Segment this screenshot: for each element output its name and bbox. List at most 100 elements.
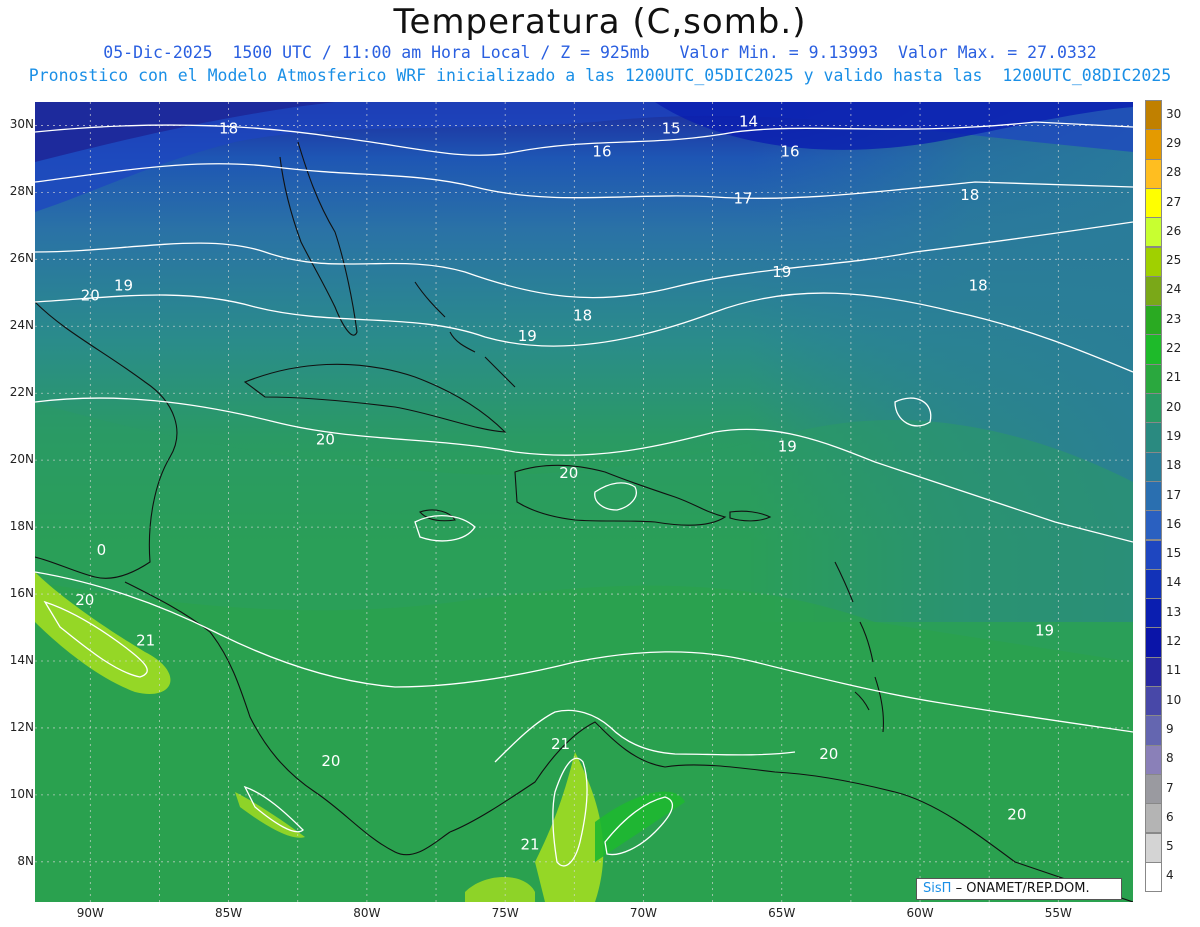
colorbar-swatch: [1145, 393, 1162, 424]
colorbar-swatch: [1145, 598, 1162, 629]
colorbar-level-label: 26: [1166, 223, 1182, 238]
longitude-tick-label: 70W: [629, 906, 658, 920]
contour-label: 18: [969, 277, 988, 295]
colorbar-level-label: 28: [1166, 165, 1182, 180]
contour-label: 20: [316, 431, 335, 449]
contour-label: 19: [1035, 621, 1054, 639]
colorbar-swatch: [1145, 451, 1162, 482]
contour-label: 20: [321, 752, 340, 770]
longitude-tick-label: 65W: [768, 906, 796, 920]
contour-label: 0: [97, 541, 107, 559]
latitude-tick-label: 24N: [9, 318, 34, 333]
colorbar-swatch: [1145, 832, 1162, 863]
colorbar-swatch: [1145, 305, 1162, 336]
colorbar-level-label: 22: [1166, 341, 1182, 356]
colorbar-swatch: [1145, 158, 1162, 189]
contour-label: 19: [778, 437, 797, 455]
colorbar-swatch: [1145, 217, 1162, 248]
contour-label: 20: [559, 464, 578, 482]
colorbar-level-label: 15: [1166, 546, 1182, 561]
sistema-logo-text: SisΠ: [923, 881, 952, 896]
latitude-tick-label: 28N: [9, 184, 34, 199]
longitude-tick-label: 85W: [215, 906, 243, 920]
colorbar-level-label: 13: [1166, 604, 1182, 619]
colorbar-swatch: [1145, 773, 1162, 805]
colorbar-level-label: 9: [1166, 721, 1174, 736]
latitude-tick-label: 18N: [9, 519, 34, 534]
credit-text: – ONAMET/REP.DOM.: [955, 881, 1090, 896]
colorbar-level-label: 23: [1166, 311, 1182, 326]
colorbar-swatch: [1145, 686, 1162, 717]
colorbar-level-label: 25: [1166, 253, 1182, 268]
contour-label: 20: [75, 591, 94, 609]
colorbar-swatch: [1145, 656, 1162, 687]
latitude-tick-label: 14N: [9, 652, 34, 667]
colorbar-swatch: [1145, 334, 1162, 365]
latitude-tick-label: 30N: [9, 117, 34, 132]
model-info-line: Pronostico con el Modelo Atmosferico WRF…: [28, 66, 1172, 85]
temperature-map: 18 16 15 14 16 17 18 19 18 18 19 20 19 20 20 19 20 21 0 19 2…: [35, 102, 1133, 902]
latitude-tick-label: 10N: [9, 786, 34, 801]
colorbar-level-label: 6: [1166, 809, 1174, 824]
colorbar-swatch: [1145, 744, 1162, 775]
latitude-tick-label: 20N: [9, 452, 34, 467]
longitude-tick-label: 80W: [353, 906, 381, 920]
contour-label: 14: [739, 113, 758, 131]
colorbar-level-label: 4: [1166, 868, 1174, 883]
map-canvas: 18 16 15 14 16 17 18 19 18 18 19 20 19 20 20 19 20 21 0 19 2…: [35, 102, 1133, 902]
contour-label: 17: [733, 190, 752, 208]
colorbar-swatch: [1145, 627, 1162, 658]
colorbar-swatch: [1145, 480, 1162, 512]
longitude-tick-label: 90W: [76, 906, 104, 920]
colorbar-level-label: 29: [1166, 135, 1182, 150]
longitude-tick-label: 75W: [491, 906, 519, 920]
contour-label: 20: [1007, 805, 1026, 823]
colorbar-swatch: [1145, 803, 1162, 834]
latitude-tick-label: 8N: [17, 853, 34, 868]
colorbar-level-label: 27: [1166, 194, 1182, 209]
contour-label: 18: [960, 186, 979, 204]
colorbar-level-label: 5: [1166, 839, 1174, 854]
colorbar-level-label: 24: [1166, 282, 1182, 297]
colorbar-swatch: [1145, 539, 1162, 570]
latitude-tick-label: 12N: [9, 719, 34, 734]
longitude-tick-label: 60W: [906, 906, 934, 920]
contour-label: 19: [518, 327, 537, 345]
colorbar-level-label: 20: [1166, 399, 1182, 414]
contour-label: 21: [521, 836, 540, 854]
colorbar-level-label: 7: [1166, 780, 1174, 795]
contour-label: 19: [114, 277, 133, 295]
colorbar-level-label: 17: [1166, 487, 1182, 502]
contour-label: 16: [781, 143, 800, 161]
colorbar-swatch: [1145, 100, 1162, 131]
colorbar-swatch: [1145, 187, 1162, 219]
colorbar-level-label: 19: [1166, 428, 1182, 443]
contour-label: 18: [219, 119, 238, 137]
contour-label: 19: [772, 263, 791, 281]
colorbar-level-label: 21: [1166, 370, 1182, 385]
colorbar-swatch: [1145, 422, 1162, 453]
map-title: Temperatura (C,somb.): [393, 2, 807, 42]
contour-label: 18: [573, 307, 592, 325]
colorbar-level-label: 16: [1166, 516, 1182, 531]
latitude-tick-label: 16N: [9, 586, 34, 601]
longitude-tick-label: 55W: [1044, 906, 1072, 920]
contour-label: 21: [136, 631, 155, 649]
contour-label: 16: [592, 143, 611, 161]
colorbar-level-label: 18: [1166, 458, 1182, 473]
contour-label: 20: [819, 745, 838, 763]
credit-box: SisΠ – ONAMET/REP.DOM.: [916, 878, 1122, 900]
colorbar-swatch: [1145, 510, 1162, 541]
colorbar-level-label: 12: [1166, 634, 1182, 649]
colorbar-swatch: [1145, 129, 1162, 160]
colorbar-swatch: [1145, 568, 1162, 600]
contour-label: 15: [662, 119, 681, 137]
latitude-tick-label: 22N: [9, 385, 34, 400]
colorbar-swatch: [1145, 246, 1162, 277]
colorbar-level-label: 30: [1166, 106, 1182, 121]
colorbar-swatch: [1145, 363, 1162, 394]
colorbar-swatch: [1145, 275, 1162, 307]
latitude-tick-label: 26N: [9, 251, 34, 266]
colorbar-level-label: 11: [1166, 663, 1182, 678]
colorbar-level-label: 10: [1166, 692, 1182, 707]
